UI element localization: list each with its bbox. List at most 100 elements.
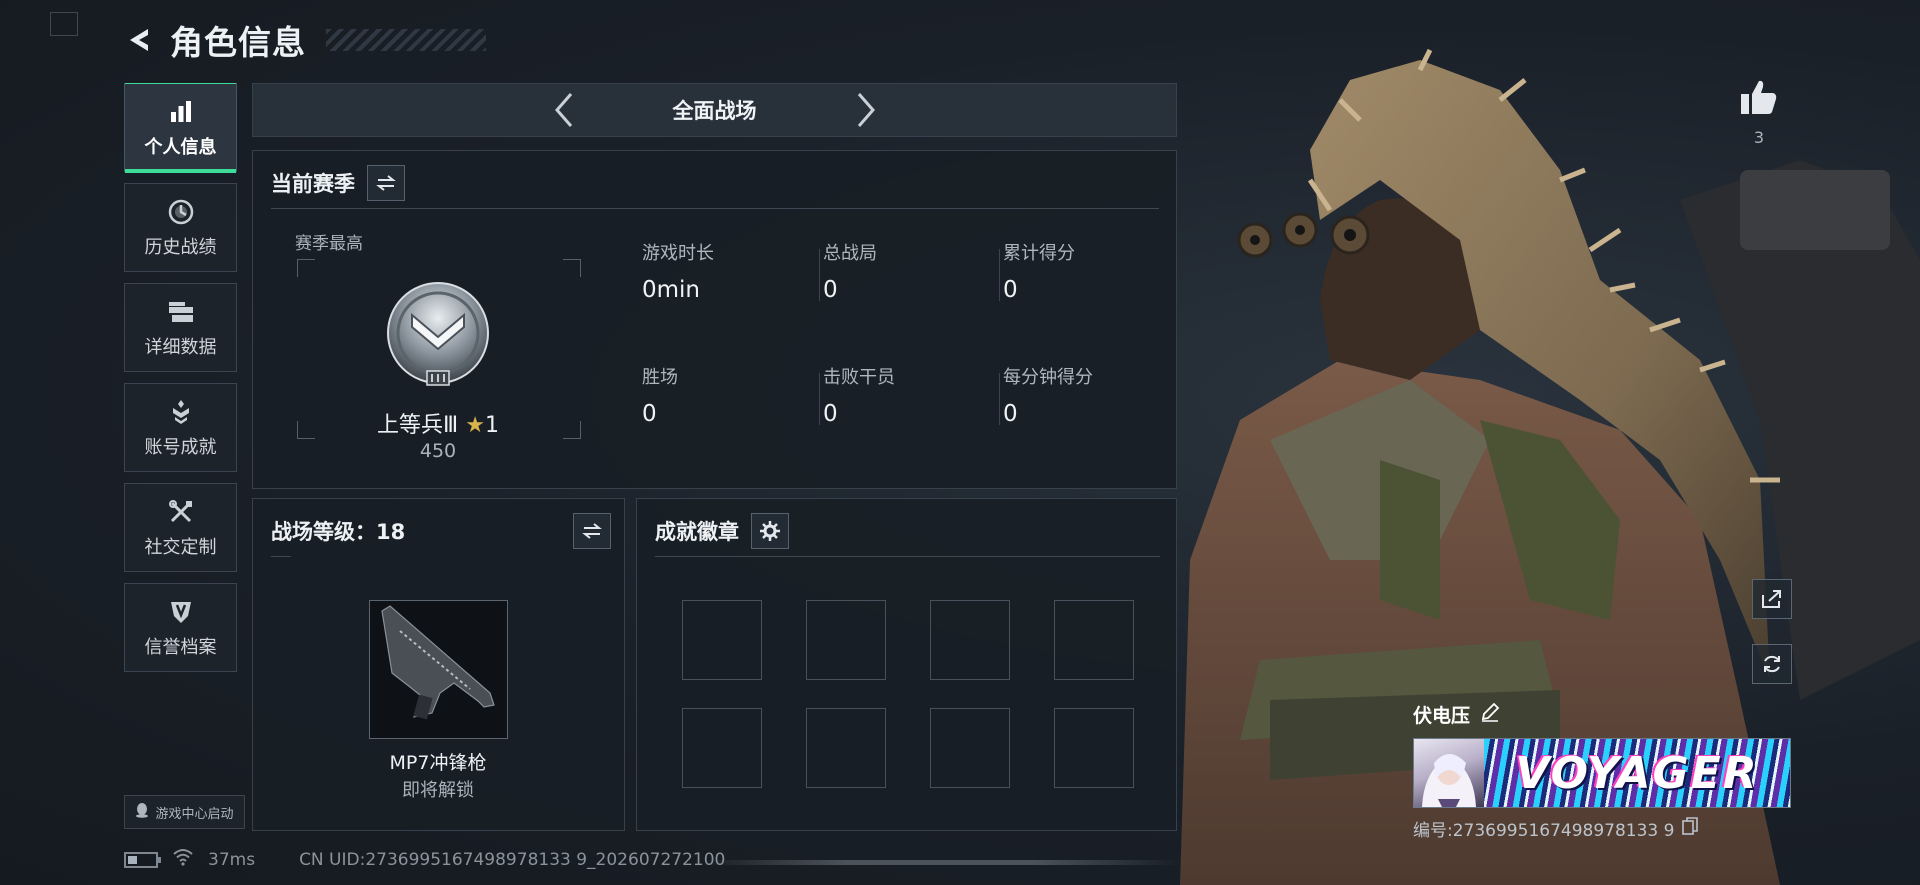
sidebar-item-label: 详细数据 xyxy=(144,336,217,358)
edit-pencil-icon[interactable] xyxy=(1480,702,1500,727)
uid-text: CN UID:2736995167498978133 9_20260727210… xyxy=(299,849,726,870)
rotate-button[interactable] xyxy=(1752,644,1792,684)
achievement-settings-button[interactable] xyxy=(751,513,789,549)
share-icon xyxy=(1762,590,1781,608)
stat-value: 0 xyxy=(823,277,838,303)
badge-slot[interactable] xyxy=(806,600,886,680)
badge-slot[interactable] xyxy=(682,708,762,788)
badge-slot[interactable] xyxy=(930,708,1010,788)
back-arrow-icon[interactable] xyxy=(122,23,156,57)
like-button[interactable]: 3 xyxy=(1738,78,1780,147)
player-name-card: 伏电压 VOYAGER 编号:2736995167498978133 9 xyxy=(1413,701,1793,841)
copy-icon[interactable] xyxy=(1682,817,1699,840)
thumbs-up-icon xyxy=(1741,80,1777,114)
badge-slot[interactable] xyxy=(930,600,1010,680)
sidebar-item-achievements[interactable]: 账号成就 xyxy=(124,383,237,472)
stat-total-score: 累计得分 0 xyxy=(1003,239,1075,303)
refresh-icon xyxy=(1764,655,1780,673)
player-name: 伏电压 xyxy=(1413,705,1471,727)
sidebar-item-label: 个人信息 xyxy=(144,136,217,158)
share-button[interactable] xyxy=(1752,579,1792,619)
stat-score-per-minute: 每分钟得分 0 xyxy=(1003,363,1093,427)
rank-name: 上等兵Ⅲ ★1 xyxy=(303,407,573,439)
like-count: 3 xyxy=(1753,128,1765,147)
gear-icon xyxy=(760,521,780,541)
badge-slot[interactable] xyxy=(682,600,762,680)
sidebar-item-social[interactable]: 社交定制 xyxy=(124,483,237,572)
stat-label: 胜场 xyxy=(642,367,678,388)
achievement-title: 成就徽章 xyxy=(655,520,739,544)
folder-icon xyxy=(166,297,196,327)
weapon-name: MP7冲锋枪 xyxy=(389,752,487,774)
badge-slot[interactable] xyxy=(1054,600,1134,680)
divider xyxy=(999,249,1000,301)
rank-stars: 1 xyxy=(484,413,499,438)
game-center-launch-button[interactable]: 游戏中心启动 xyxy=(124,795,245,829)
sidebar-item-reputation[interactable]: 信誉档案 xyxy=(124,583,237,672)
weapon-card[interactable] xyxy=(369,600,508,739)
sidebar-item-detailed-data[interactable]: 详细数据 xyxy=(124,283,237,372)
qq-icon xyxy=(135,802,149,822)
star-icon: ★ xyxy=(465,413,485,438)
smg-icon xyxy=(381,605,495,720)
title-decoration xyxy=(326,29,486,51)
level-title: 战场等级：18 xyxy=(271,520,406,544)
sidebar-item-label: 账号成就 xyxy=(144,436,217,458)
player-banner[interactable]: VOYAGER xyxy=(1413,738,1791,808)
stat-value: 0 xyxy=(642,401,657,427)
divider xyxy=(819,373,820,425)
season-title: 当前赛季 xyxy=(271,172,355,196)
sidebar-item-label: 信誉档案 xyxy=(144,636,217,658)
avatar xyxy=(1414,739,1484,807)
sidebar-item-personal-info[interactable]: 个人信息 xyxy=(124,83,237,173)
stat-operators-defeated: 击败干员 0 xyxy=(823,363,895,427)
swap-icon xyxy=(376,175,396,191)
ping-value: 37ms xyxy=(208,849,256,870)
page-title: 角色信息 xyxy=(170,23,306,62)
mode-selector: 全面战场 xyxy=(252,83,1177,137)
sidebar-item-label: 社交定制 xyxy=(144,536,217,558)
scroll-indicator xyxy=(700,860,1180,865)
page-header: 角色信息 xyxy=(122,18,486,62)
divider xyxy=(271,208,1159,209)
current-season-panel: 当前赛季 赛季最高 上等兵Ⅲ ★1 450 游戏时长 0min 总战局 0 累计… xyxy=(252,150,1177,489)
swap-icon xyxy=(582,523,602,539)
achievement-badges-panel: 成就徽章 xyxy=(636,498,1177,831)
divider xyxy=(655,556,1160,557)
divider xyxy=(819,249,820,301)
launch-label: 游戏中心启动 xyxy=(155,806,234,822)
stat-wins: 胜场 0 xyxy=(642,363,678,427)
banner-art: VOYAGER xyxy=(1484,739,1790,807)
rank-emblem-icon xyxy=(384,281,492,389)
banner-text: VOYAGER xyxy=(1515,747,1759,799)
season-switch-button[interactable] xyxy=(367,165,405,201)
achievement-icon xyxy=(166,397,196,427)
divider xyxy=(999,373,1000,425)
stat-value: 0 xyxy=(823,401,838,427)
badge-slot[interactable] xyxy=(806,708,886,788)
stat-label: 累计得分 xyxy=(1003,243,1075,264)
battlefield-level-panel: 战场等级：18 MP7冲锋枪 即将解锁 xyxy=(252,498,625,831)
history-clock-icon xyxy=(166,197,196,227)
sidebar-item-history[interactable]: 历史战绩 xyxy=(124,183,237,272)
stat-label: 击败干员 xyxy=(823,367,895,388)
rank-points: 450 xyxy=(419,440,457,462)
season-best-label: 赛季最高 xyxy=(295,234,363,254)
sidebar-item-label: 历史战绩 xyxy=(144,236,217,258)
corner-decoration xyxy=(50,12,78,36)
rank-name-text: 上等兵Ⅲ xyxy=(377,413,459,438)
mode-title: 全面战场 xyxy=(672,99,757,123)
stat-label: 游戏时长 xyxy=(642,243,714,264)
badge-slot[interactable] xyxy=(1054,708,1134,788)
player-id-text: 编号:2736995167498978133 9 xyxy=(1413,821,1675,841)
battery-icon xyxy=(124,851,161,868)
mode-next-button[interactable] xyxy=(846,90,886,130)
sidebar-nav: 个人信息 历史战绩 详细数据 账号成就 社交定制 信誉档案 xyxy=(124,83,237,683)
stat-total-matches: 总战局 0 xyxy=(823,239,877,303)
weapon-status: 即将解锁 xyxy=(402,780,474,801)
divider xyxy=(271,556,291,557)
mode-prev-button[interactable] xyxy=(544,90,584,130)
level-switch-button[interactable] xyxy=(573,513,611,549)
stat-value: 0 xyxy=(1003,277,1018,303)
status-bar: 37ms CN UID:2736995167498978133 9_202607… xyxy=(124,848,725,871)
